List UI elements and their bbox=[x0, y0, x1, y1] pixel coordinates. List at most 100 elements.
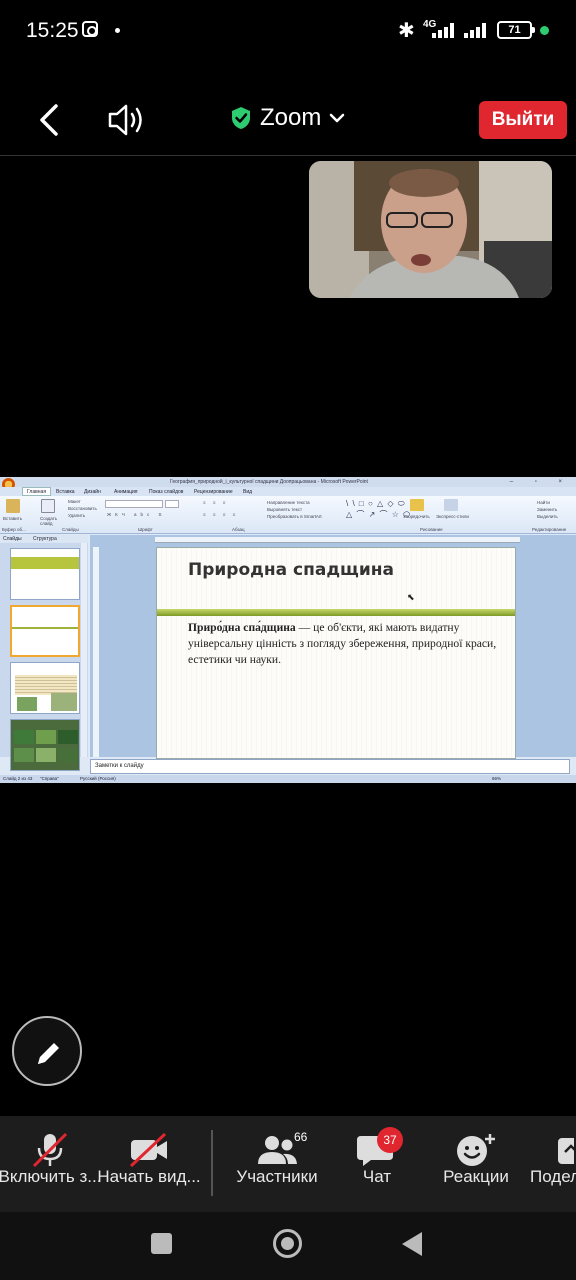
reaction-smiley-icon bbox=[457, 1134, 495, 1166]
align-buttons[interactable]: ≡ ≡ ≡ ≡ bbox=[203, 512, 238, 517]
meeting-title: Zoom bbox=[260, 104, 322, 131]
create-slide-label: Создать слайд bbox=[40, 516, 58, 526]
font-size-select[interactable] bbox=[165, 500, 179, 508]
thumbnails-scrollbar[interactable] bbox=[81, 543, 87, 757]
language: Русский (Россия) bbox=[80, 776, 116, 781]
group-drawing-label: Рисование bbox=[420, 527, 443, 532]
font-name-select[interactable] bbox=[105, 500, 163, 508]
notes-field[interactable]: Заметки к слайду bbox=[90, 759, 570, 774]
quick-styles-label: Экспресс-стили bbox=[436, 514, 469, 519]
slide-body: Приро́дна спа́дщина — це об'єкти, які ма… bbox=[188, 620, 498, 668]
meeting-title-dropdown[interactable]: Zoom bbox=[230, 104, 345, 132]
ribbon-tab-design[interactable]: Дизайн bbox=[84, 489, 101, 495]
slide-thumbnail[interactable] bbox=[10, 662, 80, 714]
share-button[interactable]: Подел bbox=[530, 1116, 576, 1212]
ppt-status-bar: Слайд 2 из 43 "Справа" Русский (Россия) … bbox=[0, 775, 576, 783]
ribbon-tab-review[interactable]: Рецензирование bbox=[194, 489, 233, 495]
panel-tabs: Слайды Структура bbox=[0, 535, 88, 543]
participants-button[interactable]: Участники bbox=[222, 1116, 332, 1212]
slide-thumbnails bbox=[0, 543, 88, 771]
start-video-button[interactable]: Начать вид... bbox=[94, 1116, 204, 1212]
leave-button[interactable]: Выйти bbox=[479, 101, 567, 139]
layout-label[interactable]: Макет bbox=[68, 499, 81, 504]
slide-title: Природна спадщина bbox=[188, 560, 394, 580]
delete-label[interactable]: Удалить bbox=[68, 513, 85, 518]
ribbon-tab-animation[interactable]: Анимация bbox=[114, 489, 137, 495]
chevron-down-icon bbox=[330, 113, 345, 123]
theme-name: "Справа" bbox=[40, 776, 59, 781]
chat-button[interactable]: Чат bbox=[322, 1116, 432, 1212]
group-editing-label: Редактирование bbox=[532, 527, 567, 532]
shapes-gallery[interactable]: \ \ □ ○ △ ◇ ⬭ bbox=[346, 499, 406, 509]
window-controls-icon[interactable]: – ▫ × bbox=[510, 479, 572, 485]
battery-icon: 71 bbox=[497, 21, 535, 39]
ribbon-tab-home[interactable]: Главная bbox=[22, 487, 52, 496]
participant-video[interactable] bbox=[309, 161, 552, 298]
share-label: Подел bbox=[530, 1167, 576, 1186]
font-format-buttons[interactable]: ЖКЧ abc S bbox=[107, 512, 166, 517]
pencil-icon bbox=[38, 1043, 59, 1064]
speaker-icon[interactable] bbox=[106, 100, 148, 140]
ribbon-tab-slideshow[interactable]: Показ слайдов bbox=[149, 489, 183, 495]
group-font-label: Шрифт bbox=[138, 527, 153, 532]
text-direction-label[interactable]: Направление текста bbox=[267, 500, 310, 505]
ribbon-tab-view[interactable]: Вид bbox=[243, 489, 252, 495]
slide-thumbnail[interactable] bbox=[10, 719, 80, 771]
slide-thumbnail-selected[interactable] bbox=[10, 605, 80, 657]
bluetooth-icon: ✱ bbox=[398, 20, 415, 42]
list-buttons[interactable]: ≡ ≡ ≡ bbox=[203, 500, 228, 505]
ribbon-tabs: Главная Вставка Дизайн Анимация Показ сл… bbox=[0, 487, 576, 496]
tab-outline[interactable]: Структура bbox=[33, 536, 57, 542]
ribbon-tab-insert[interactable]: Вставка bbox=[56, 489, 75, 495]
mic-off-icon bbox=[32, 1132, 68, 1168]
slide-accent-bar bbox=[157, 609, 515, 616]
select-label[interactable]: Выделить bbox=[537, 514, 558, 519]
tab-slides[interactable]: Слайды bbox=[3, 536, 22, 542]
reactions-label: Реакции bbox=[443, 1167, 509, 1186]
arrange-icon[interactable] bbox=[410, 499, 424, 511]
current-slide[interactable]: Природна спадщина Приро́дна спа́дщина — … bbox=[156, 547, 516, 759]
annotate-button[interactable] bbox=[12, 1016, 82, 1086]
zoom-level: 66% bbox=[492, 776, 502, 781]
slide-term: Приро́дна спа́дщина bbox=[188, 621, 296, 634]
back-icon[interactable] bbox=[402, 1232, 422, 1256]
shield-check-icon bbox=[232, 107, 250, 129]
notification-dot-icon bbox=[115, 28, 120, 33]
back-arrow-icon[interactable] bbox=[34, 100, 64, 140]
reactions-button[interactable]: Реакции bbox=[421, 1116, 531, 1212]
new-slide-icon[interactable] bbox=[41, 499, 55, 513]
replace-label[interactable]: Заменить bbox=[537, 507, 557, 512]
smartart-label[interactable]: Преобразовать в SmartArt bbox=[267, 514, 322, 519]
meeting-toolbar: Включить з... Начать вид... Участники 66… bbox=[0, 1116, 576, 1212]
participant-video-image bbox=[309, 161, 552, 298]
slide-thumbnail[interactable] bbox=[10, 548, 80, 600]
group-clipboard-label: Буфер об... bbox=[2, 527, 26, 532]
chat-label: Чат bbox=[362, 1167, 392, 1186]
restore-label[interactable]: Восстановить bbox=[68, 506, 97, 511]
mouse-cursor-icon: ⬉ bbox=[407, 592, 415, 602]
recents-icon[interactable] bbox=[151, 1233, 172, 1254]
ppt-window-title: География_природной_i_культурної спадщин… bbox=[170, 479, 368, 485]
arrange-label: Упорядочить bbox=[403, 514, 430, 519]
toolbar-divider bbox=[211, 1130, 213, 1196]
active-indicator-icon bbox=[540, 26, 549, 35]
group-paragraph-label: Абзац bbox=[232, 527, 245, 532]
status-bar: 15:25 ✱ 4G 71 bbox=[0, 0, 576, 60]
start-video-label: Начать вид... bbox=[97, 1167, 201, 1186]
ribbon: Вставить Создать слайд Макет Восстановит… bbox=[0, 496, 576, 534]
unmute-button[interactable]: Включить з... bbox=[0, 1116, 105, 1212]
vertical-ruler bbox=[93, 547, 99, 757]
clock: 15:25 bbox=[26, 19, 79, 42]
instagram-icon bbox=[82, 21, 98, 37]
find-label[interactable]: Найти bbox=[537, 500, 550, 505]
horizontal-ruler bbox=[155, 537, 520, 543]
share-icon bbox=[558, 1138, 574, 1164]
paste-icon[interactable] bbox=[6, 499, 20, 513]
shapes-gallery-row2[interactable]: △ ⌒ ↗ ⌒ ☆ ⬠ bbox=[346, 509, 411, 520]
video-off-icon bbox=[129, 1132, 167, 1168]
ppt-title-bar: География_природной_i_культурної спадщин… bbox=[0, 477, 576, 491]
quick-styles-icon[interactable] bbox=[444, 499, 458, 511]
align-text-label[interactable]: Выровнять текст bbox=[267, 507, 302, 512]
shared-screen[interactable]: География_природной_i_культурної спадщин… bbox=[0, 477, 576, 783]
home-icon[interactable] bbox=[273, 1229, 302, 1258]
